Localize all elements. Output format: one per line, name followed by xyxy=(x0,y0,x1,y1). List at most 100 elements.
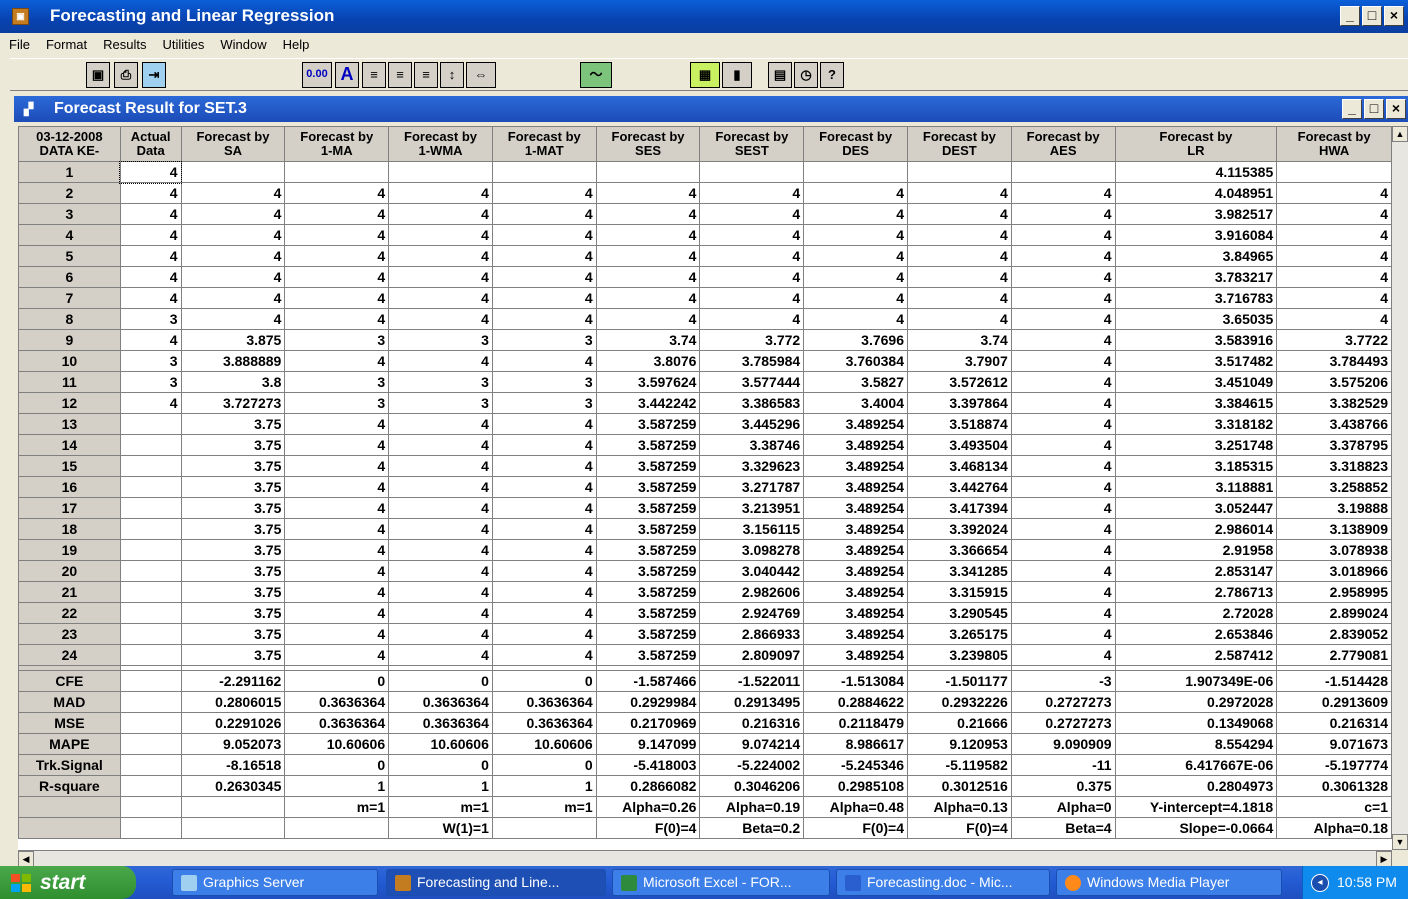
table-cell[interactable]: 3.518874 xyxy=(907,413,1012,435)
table-cell[interactable] xyxy=(119,775,182,797)
table-cell[interactable]: 4 xyxy=(388,287,493,309)
table-cell[interactable]: 4 xyxy=(119,329,182,351)
table-cell[interactable]: 3.392024 xyxy=(907,518,1012,540)
table-cell[interactable]: 0.3012516 xyxy=(907,775,1012,797)
table-cell[interactable]: 4 xyxy=(491,350,597,372)
table-cell[interactable]: 3.587259 xyxy=(595,539,701,561)
table-cell[interactable]: -1.522011 xyxy=(699,670,805,692)
table-cell[interactable]: 3.7722 xyxy=(1276,329,1392,351)
table-cell[interactable]: 3.65035 xyxy=(1114,308,1278,330)
table-cell[interactable]: 4 xyxy=(491,476,597,498)
table-cell[interactable]: 4 xyxy=(491,455,597,477)
table-cell[interactable]: 2.986014 xyxy=(1114,518,1278,540)
table-cell[interactable]: 4 xyxy=(491,644,597,666)
row-header[interactable]: MSE xyxy=(18,712,121,734)
table-cell[interactable]: 1 xyxy=(284,775,390,797)
task-word[interactable]: Forecasting.doc - Mic... xyxy=(836,869,1050,896)
table-cell[interactable]: 4 xyxy=(907,224,1012,246)
table-cell[interactable]: Alpha=0.26 xyxy=(595,796,701,818)
table-cell[interactable]: 4 xyxy=(1276,245,1392,267)
table-cell[interactable]: 3.760384 xyxy=(803,350,908,372)
table-cell[interactable]: 3.315915 xyxy=(907,581,1012,603)
table-cell[interactable]: 4 xyxy=(388,266,493,288)
table-cell[interactable]: 3.982517 xyxy=(1114,203,1278,225)
table-cell[interactable] xyxy=(119,434,182,456)
table-cell[interactable]: 4 xyxy=(1276,224,1392,246)
table-cell[interactable]: 4 xyxy=(1010,224,1116,246)
table-cell[interactable]: 4 xyxy=(284,224,390,246)
table-cell[interactable]: 4 xyxy=(119,266,182,288)
table-cell[interactable]: 4 xyxy=(491,497,597,519)
table-cell[interactable]: 0 xyxy=(284,754,390,776)
table-cell[interactable]: 3.451049 xyxy=(1114,371,1278,393)
table-cell[interactable]: 4 xyxy=(1010,455,1116,477)
table-cell[interactable]: 4 xyxy=(491,581,597,603)
clock[interactable]: 10:58 PM xyxy=(1337,874,1397,890)
row-height-icon[interactable]: ↕ xyxy=(440,62,464,88)
row-header[interactable]: CFE xyxy=(18,670,121,692)
table-cell[interactable]: Y-intercept=4.1818 xyxy=(1114,796,1278,818)
table-cell[interactable]: 3.489254 xyxy=(803,644,908,666)
table-cell[interactable]: 4 xyxy=(803,203,908,225)
table-cell[interactable]: 3 xyxy=(491,392,597,414)
table-cell[interactable]: 4 xyxy=(388,308,493,330)
table-cell[interactable]: 4 xyxy=(491,203,597,225)
table-cell[interactable]: 3.597624 xyxy=(595,371,701,393)
row-header[interactable]: 21 xyxy=(18,581,121,603)
table-cell[interactable]: F(0)=4 xyxy=(907,817,1012,839)
table-cell[interactable]: 3.341285 xyxy=(907,560,1012,582)
table-cell[interactable] xyxy=(119,476,182,498)
table-cell[interactable]: 8.986617 xyxy=(803,733,908,755)
table-cell[interactable]: 3.468134 xyxy=(907,455,1012,477)
table-cell[interactable]: 4 xyxy=(284,581,390,603)
table-cell[interactable]: 3.75 xyxy=(180,455,286,477)
table-cell[interactable] xyxy=(119,455,182,477)
table-cell[interactable]: 0.2118479 xyxy=(803,712,908,734)
table-cell[interactable] xyxy=(119,644,182,666)
table-cell[interactable]: 4 xyxy=(180,245,286,267)
table-cell[interactable]: 4 xyxy=(491,245,597,267)
vertical-scrollbar[interactable]: ▲ ▼ xyxy=(1392,126,1408,850)
table-cell[interactable]: 3.018966 xyxy=(1276,560,1392,582)
table-cell[interactable]: 4 xyxy=(388,560,493,582)
table-cell[interactable]: 4 xyxy=(1276,182,1392,204)
column-header[interactable]: Forecast by 1-MA xyxy=(284,126,390,162)
table-cell[interactable]: 2.779081 xyxy=(1276,644,1392,666)
task-forecasting[interactable]: Forecasting and Line... xyxy=(386,869,606,896)
table-cell[interactable]: 3.138909 xyxy=(1276,518,1392,540)
table-cell[interactable]: 4 xyxy=(1010,623,1116,645)
table-cell[interactable]: 4 xyxy=(180,203,286,225)
table-cell[interactable]: 0.3636364 xyxy=(491,691,597,713)
child-close-button[interactable]: × xyxy=(1386,99,1406,119)
table-cell[interactable]: 0 xyxy=(284,670,390,692)
table-cell[interactable]: 4 xyxy=(803,287,908,309)
table-cell[interactable]: 4 xyxy=(1010,350,1116,372)
table-cell[interactable]: 4 xyxy=(1010,560,1116,582)
align-right-icon[interactable]: ≡ xyxy=(414,62,438,88)
table-cell[interactable]: 3.384615 xyxy=(1114,392,1278,414)
table-cell[interactable]: 4 xyxy=(388,497,493,519)
child-titlebar[interactable]: ▞ Forecast Result for SET.3 _ □ × xyxy=(14,96,1408,122)
table-cell[interactable]: 3.213951 xyxy=(699,497,805,519)
table-cell[interactable]: 4 xyxy=(1010,245,1116,267)
table-cell[interactable]: 3.5827 xyxy=(803,371,908,393)
table-cell[interactable]: 4 xyxy=(388,413,493,435)
table-cell[interactable]: 3.587259 xyxy=(595,413,701,435)
table-cell[interactable]: 4 xyxy=(284,350,390,372)
table-cell[interactable]: -2.291162 xyxy=(180,670,286,692)
table-cell[interactable]: 3.74 xyxy=(595,329,701,351)
table-cell[interactable]: 4 xyxy=(388,434,493,456)
table-cell[interactable]: 3.078938 xyxy=(1276,539,1392,561)
table-cell[interactable] xyxy=(803,161,908,183)
table-cell[interactable]: 2.653846 xyxy=(1114,623,1278,645)
table-cell[interactable]: Alpha=0.13 xyxy=(907,796,1012,818)
table-cell[interactable]: -3 xyxy=(1010,670,1116,692)
table-cell[interactable]: 4 xyxy=(699,266,805,288)
table-cell[interactable]: 3.052447 xyxy=(1114,497,1278,519)
column-width-icon[interactable]: ⇔ xyxy=(466,62,496,88)
menu-file[interactable]: File xyxy=(0,35,37,55)
table-cell[interactable]: 2.924769 xyxy=(699,602,805,624)
table-cell[interactable]: 4 xyxy=(699,224,805,246)
table-cell[interactable]: 4 xyxy=(388,455,493,477)
column-header[interactable]: Forecast by SA xyxy=(180,126,286,162)
